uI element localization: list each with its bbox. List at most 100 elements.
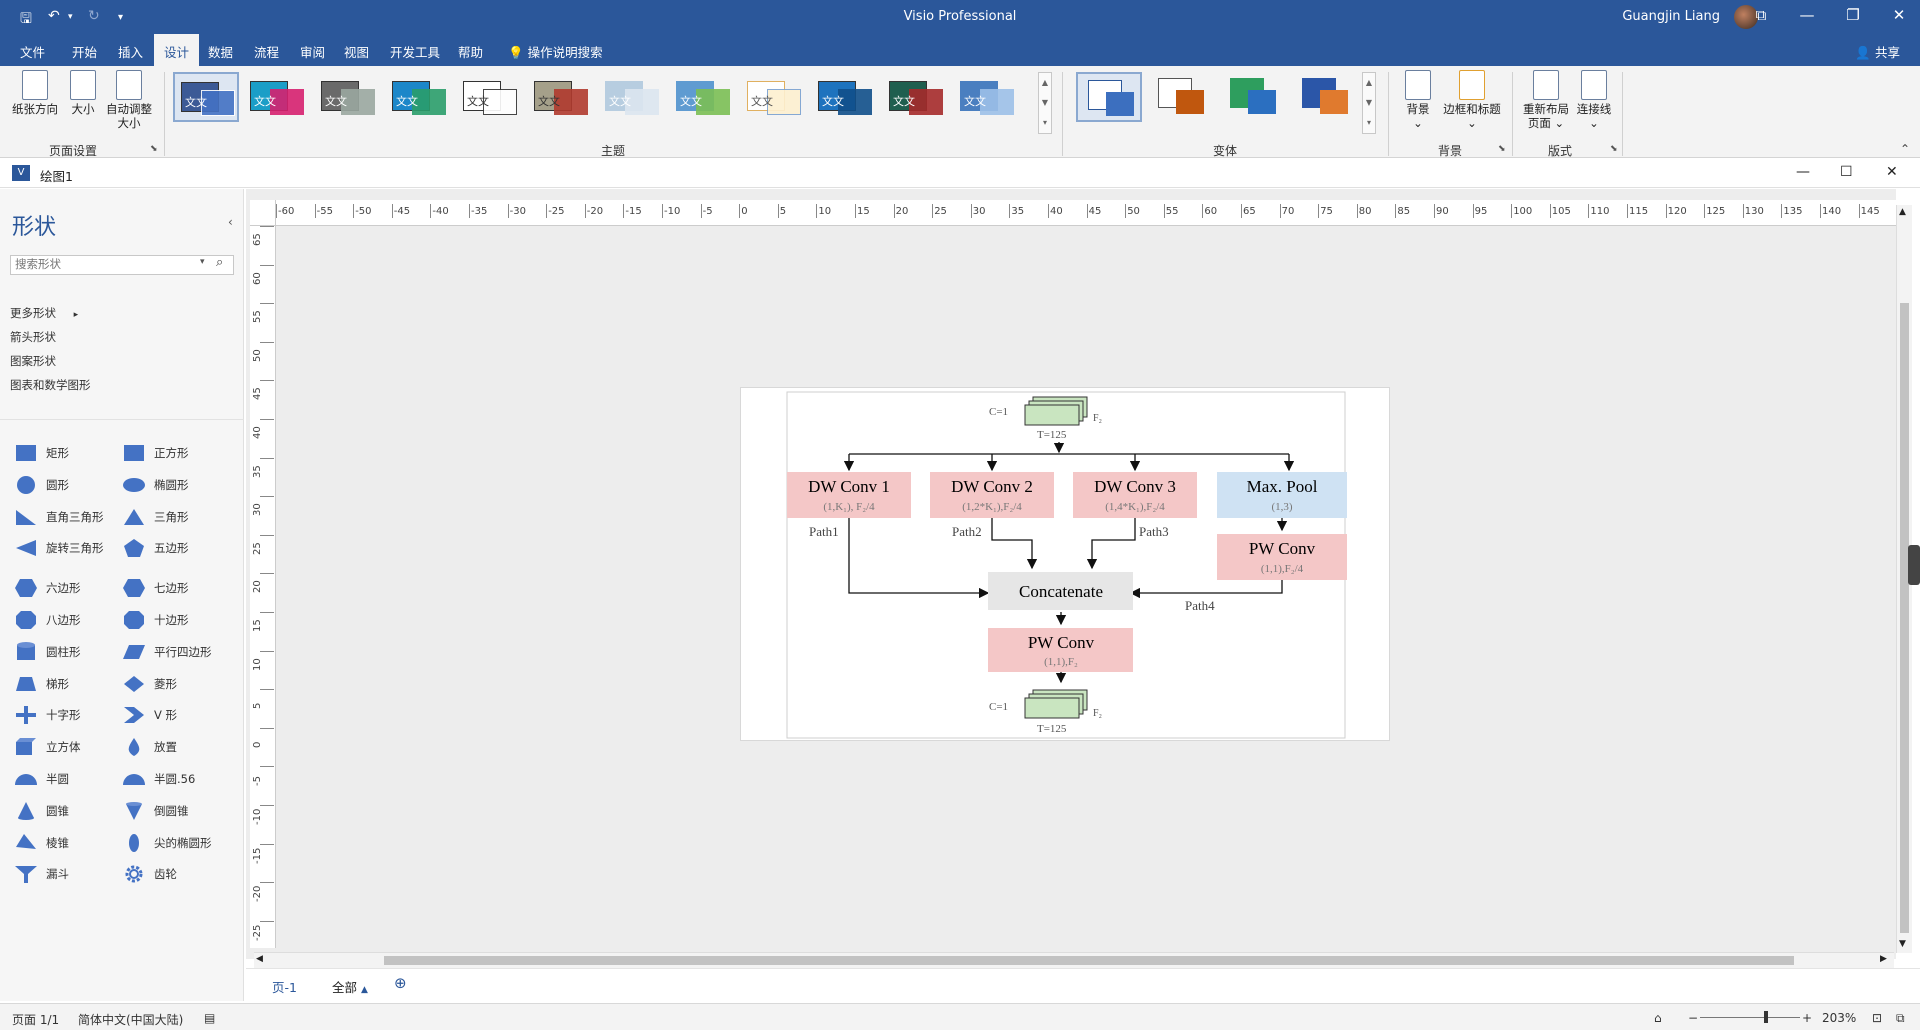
page-setup-launcher-icon[interactable]: ⬊ — [150, 144, 158, 154]
plus-circle-icon[interactable]: ⊕ — [394, 974, 407, 992]
tab-all-pages[interactable]: 全部 ▲ — [332, 977, 368, 996]
zoom-in-icon[interactable]: + — [1802, 1011, 1812, 1025]
macro-record-icon[interactable]: ▤ — [204, 1011, 215, 1025]
chevron-up-icon[interactable]: ▲ — [1366, 78, 1372, 87]
horizontal-scrollbar[interactable]: ◀ ▶ — [254, 952, 1894, 968]
relayout-button[interactable]: 重新布局页面 ⌄ — [1520, 70, 1572, 130]
search-dropdown-icon[interactable]: ▾ — [200, 257, 205, 267]
restore-icon[interactable]: ❐ — [1838, 6, 1868, 24]
more-icon[interactable]: ▾ — [1367, 118, 1371, 127]
theme-10[interactable]: 文文 — [811, 72, 877, 122]
ruler-tick-mark — [1279, 204, 1281, 218]
tab-page-1[interactable]: 页-1 — [272, 977, 297, 996]
menu-process[interactable]: 流程 — [254, 42, 279, 61]
menu-insert[interactable]: 插入 — [118, 42, 143, 61]
doc-minimize-icon[interactable]: — — [1796, 164, 1810, 180]
trap-shape-icon — [14, 674, 38, 694]
zoom-level[interactable]: 203% — [1822, 1011, 1856, 1025]
ruler-tick-mark — [391, 204, 393, 218]
shape-label: 十字形 — [46, 708, 81, 723]
scroll-left-icon[interactable]: ◀ — [256, 954, 263, 964]
chev-shape-icon — [122, 705, 146, 725]
menu-view[interactable]: 视图 — [344, 42, 369, 61]
theme-2[interactable]: 文文 — [243, 72, 309, 122]
vertical-scroll-thumb[interactable] — [1900, 303, 1909, 933]
menu-data[interactable]: 数据 — [208, 42, 233, 61]
collapse-ribbon-icon[interactable]: ⌃ — [1900, 142, 1910, 156]
search-icon[interactable]: ⌕ — [216, 255, 223, 270]
share-button[interactable]: 👤 共享 — [1855, 42, 1900, 61]
close-icon[interactable]: ✕ — [1884, 6, 1914, 24]
menu-developer[interactable]: 开发工具 — [390, 42, 440, 61]
theme-11[interactable]: 文文 — [882, 72, 948, 122]
theme-6[interactable]: 文文 — [527, 72, 593, 122]
page-indicator[interactable]: 页面 1/1 — [12, 1011, 59, 1028]
doc-close-icon[interactable]: ✕ — [1886, 164, 1898, 180]
connectors-button[interactable]: 连接线 ⌄ — [1574, 70, 1614, 130]
ruler-tick-label: -20 — [252, 885, 263, 903]
output-tensor[interactable] — [1024, 689, 1088, 719]
fit-page-icon[interactable]: ⊡ — [1872, 1011, 1882, 1025]
theme-8[interactable]: 文文 — [669, 72, 735, 122]
theme-5[interactable]: 文文 — [456, 72, 522, 122]
menu-home[interactable]: 开始 — [72, 42, 97, 61]
themes-scroll[interactable]: ▲ ▼ ▾ — [1038, 72, 1052, 134]
variant-4[interactable] — [1292, 72, 1358, 122]
chevron-down-icon[interactable]: ▼ — [1366, 98, 1372, 107]
menu-help[interactable]: 帮助 — [458, 42, 483, 61]
variant-1[interactable] — [1076, 72, 1142, 122]
minimize-icon[interactable]: — — [1792, 6, 1822, 24]
chevron-up-icon[interactable]: ▲ — [1042, 78, 1048, 87]
horizontal-scroll-thumb[interactable] — [384, 956, 1794, 965]
language-indicator[interactable]: 简体中文(中国大陆) — [78, 1011, 183, 1028]
size-button[interactable]: 大小 — [66, 70, 100, 116]
scroll-up-icon[interactable]: ▲ — [1899, 207, 1906, 217]
side-panel-handle[interactable] — [1908, 545, 1920, 585]
zoom-slider[interactable] — [1700, 1017, 1800, 1018]
theme-9[interactable]: 文文 — [740, 72, 806, 122]
user-name[interactable]: Guangjin Liang — [1622, 9, 1720, 24]
presentation-mode-icon[interactable]: ⌂ — [1654, 1011, 1662, 1025]
caret-up-icon: ▲ — [361, 985, 368, 995]
shape-label: 七边形 — [154, 581, 189, 596]
theme-12[interactable]: 文文 — [953, 72, 1019, 122]
more-icon[interactable]: ▾ — [1043, 118, 1047, 127]
auto-size-button[interactable]: 自动调整大小 — [104, 70, 154, 130]
orientation-button[interactable]: 纸张方向 — [8, 70, 62, 116]
scroll-right-icon[interactable]: ▶ — [1880, 954, 1887, 964]
theme-4[interactable]: 文文 — [385, 72, 451, 122]
stencil-chart-math-shapes[interactable]: 图表和数学图形 — [10, 377, 91, 393]
input-tensor[interactable] — [1024, 396, 1088, 426]
switch-windows-icon[interactable]: ⧉ — [1896, 1011, 1905, 1026]
dw-conv-1-params: (1,K₁), F₂/4 — [823, 501, 875, 513]
layout-launcher-icon[interactable]: ⬊ — [1610, 144, 1618, 154]
theme-1[interactable]: 文文 — [173, 72, 239, 122]
stencil-pattern-shapes[interactable]: 图案形状 — [10, 353, 56, 369]
background-button[interactable]: 背景 ⌄ — [1400, 70, 1436, 130]
zoom-slider-thumb[interactable] — [1764, 1011, 1768, 1023]
ruler-tick-mark — [855, 204, 856, 218]
stencil-arrow-shapes[interactable]: 箭头形状 — [10, 329, 56, 345]
doc-maximize-icon[interactable]: ☐ — [1840, 164, 1853, 180]
menu-design[interactable]: 设计 — [154, 34, 200, 66]
stencil-more-shapes[interactable]: 更多形状 ▸ — [10, 305, 78, 321]
ribbon-display-icon[interactable]: ⧉ — [1746, 6, 1776, 24]
scroll-down-icon[interactable]: ▼ — [1899, 939, 1906, 949]
drawing-page[interactable]: C=1 F₂ T=125 DW Conv 1 (1,K₁), F₂/4 DW C… — [740, 387, 1390, 741]
theme-7[interactable]: 文文 — [598, 72, 664, 122]
menu-review[interactable]: 审阅 — [300, 42, 325, 61]
menu-file[interactable]: 文件 — [20, 42, 45, 61]
ruler-tick-mark — [260, 496, 274, 498]
collapse-panel-icon[interactable]: ‹ — [228, 215, 233, 229]
variant-3[interactable] — [1220, 72, 1286, 122]
variant-2[interactable] — [1148, 72, 1214, 122]
concatenate-title: Concatenate — [1019, 582, 1103, 601]
zoom-out-icon[interactable]: − — [1688, 1011, 1698, 1025]
variants-scroll[interactable]: ▲ ▼ ▾ — [1362, 72, 1376, 134]
chevron-down-icon[interactable]: ▼ — [1042, 98, 1048, 107]
borders-titles-button[interactable]: 边框和标题 ⌄ — [1440, 70, 1504, 130]
shape-label: 漏斗 — [46, 867, 69, 882]
theme-3[interactable]: 文文 — [314, 72, 380, 122]
tell-me-search[interactable]: 💡 操作说明搜索 — [508, 42, 603, 61]
background-launcher-icon[interactable]: ⬊ — [1498, 144, 1506, 154]
